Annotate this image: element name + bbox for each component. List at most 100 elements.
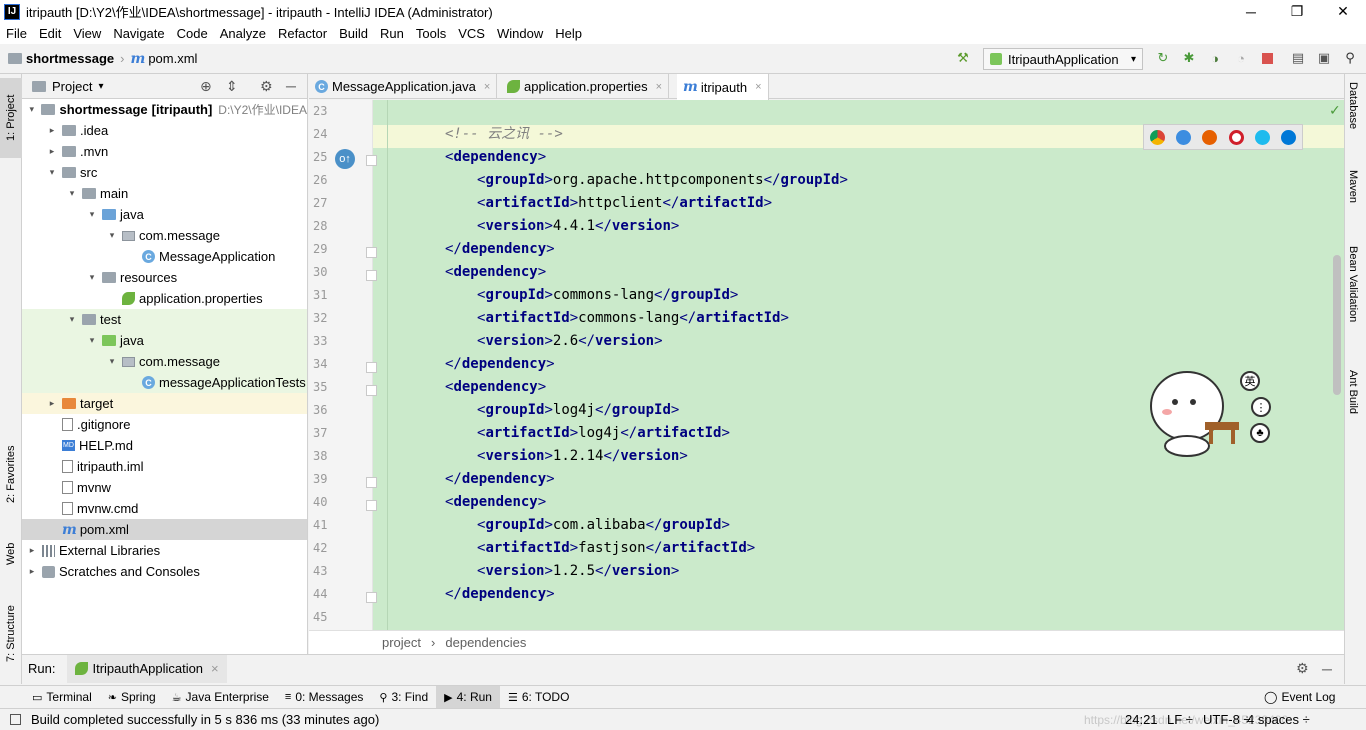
tab-itripauth[interactable]: m itripauth × [677,74,769,100]
opera-icon[interactable] [1228,129,1244,145]
menu-refactor[interactable]: Refactor [272,26,333,41]
tree-item[interactable]: application.properties [22,288,307,309]
caret-position[interactable]: 24:21 [1125,712,1158,727]
tab-message-application[interactable]: C MessageApplication.java × [309,74,498,99]
status-message[interactable]: Build completed successfully in 5 s 836 … [31,712,379,727]
breadcrumb-dependencies-tag[interactable]: dependencies [445,635,526,650]
expand-arrow-icon[interactable]: ▾ [86,272,98,283]
menu-help[interactable]: Help [549,26,588,41]
menu-window[interactable]: Window [491,26,549,41]
firefox-icon[interactable] [1202,129,1218,145]
tree-item[interactable]: mvnw.cmd [22,498,307,519]
menu-vcs[interactable]: VCS [452,26,491,41]
build-hammer-icon[interactable]: ⚒ [955,50,971,66]
collapse-arrow-icon[interactable]: ▸ [46,398,58,409]
breadcrumb-project-tag[interactable]: project [382,635,421,650]
project-structure-icon[interactable]: ▤ [1290,50,1306,66]
menu-edit[interactable]: Edit [33,26,67,41]
tree-item[interactable]: ▾ shortmessage [itripauth] D:\Y2\作业\IDEA [22,99,307,120]
collapse-arrow-icon[interactable]: ▸ [26,545,38,556]
tab-favorites[interactable]: 2: Favorites [0,429,22,519]
tab-maven[interactable]: Maven [1347,170,1359,203]
tool-windows-icon[interactable] [10,714,21,725]
tree-item[interactable]: itripauth.iml [22,456,307,477]
close-window-button[interactable]: ✕ [1320,0,1366,23]
bottom-tab-run[interactable]: ▶ 4: Run [436,685,500,709]
chrome-icon[interactable] [1149,129,1165,145]
editor-scrollbar[interactable] [1333,255,1341,395]
expand-arrow-icon[interactable]: ▾ [106,230,118,241]
collapse-arrow-icon[interactable]: ▸ [26,566,38,577]
debug-icon[interactable]: ✱ [1181,50,1197,66]
expand-arrow-icon[interactable]: ▾ [66,188,78,199]
tree-item[interactable]: ▸ .idea [22,120,307,141]
tree-item[interactable]: ▾ test [22,309,307,330]
tree-item[interactable]: ▾ java [22,330,307,351]
indent-setting[interactable]: 4 spaces ÷ [1247,712,1310,727]
menu-build[interactable]: Build [333,26,374,41]
gear-icon[interactable]: ⚙ [1296,660,1309,677]
tab-web[interactable]: Web [0,529,22,579]
edge-icon[interactable] [1281,129,1297,145]
rerun-icon[interactable]: ↻ [1155,50,1171,66]
hide-icon[interactable]: ─ [1322,661,1332,677]
menu-analyze[interactable]: Analyze [214,26,272,41]
maven-override-icon[interactable]: o↑ [335,149,355,169]
tab-structure[interactable]: 7: Structure [0,589,22,679]
run-configuration-select[interactable]: ItripauthApplication ▾ [983,48,1143,70]
coverage-icon[interactable]: ◑ [1207,50,1223,66]
tree-item[interactable]: ▸ External Libraries [22,540,307,561]
tree-item[interactable]: ▾ src [22,162,307,183]
locate-icon[interactable]: ⊕ [200,78,212,95]
menu-file[interactable]: File [0,26,33,41]
tree-item[interactable]: MD HELP.md [22,435,307,456]
tab-database[interactable]: Database [1347,82,1359,129]
expand-arrow-icon[interactable]: ▾ [26,104,37,115]
menu-navigate[interactable]: Navigate [107,26,170,41]
minimize-button[interactable]: ─ [1228,0,1274,23]
tree-item[interactable]: ▾ com.message [22,225,307,246]
tree-item[interactable]: ▾ resources [22,267,307,288]
ime-badge[interactable]: 英 [1240,371,1260,391]
bottom-tab-todo[interactable]: ☰ 6: TODO [500,686,577,709]
tree-item[interactable]: ▾ main [22,183,307,204]
breadcrumb-file[interactable]: m pom.xml [131,51,198,67]
search-icon[interactable]: ⚲ [1342,50,1358,66]
line-separator[interactable]: LF ÷ [1167,712,1193,727]
layout-icon[interactable]: ▣ [1316,50,1332,66]
close-icon[interactable]: × [755,81,761,93]
tree-item[interactable]: ▸ target [22,393,307,414]
tree-item[interactable]: .gitignore [22,414,307,435]
menu-run[interactable]: Run [374,26,410,41]
gear-icon[interactable]: ⚙ [260,78,273,95]
tree-item[interactable]: ▾ com.message [22,351,307,372]
breadcrumb-project[interactable]: shortmessage [8,51,114,66]
stop-icon[interactable] [1259,50,1275,66]
expand-arrow-icon[interactable]: ▾ [46,167,58,178]
bottom-tab-find[interactable]: ⚲ 3: Find [371,686,436,709]
tree-item[interactable]: ▾ java [22,204,307,225]
ime-skin-badge[interactable]: ♣ [1250,423,1270,443]
file-encoding[interactable]: UTF-8 ÷ [1203,712,1251,727]
ime-menu-badge[interactable]: ⋮ [1251,397,1271,417]
expand-arrow-icon[interactable]: ▾ [66,314,78,325]
tree-item[interactable]: ▸ Scratches and Consoles [22,561,307,582]
expand-arrow-icon[interactable]: ▾ [106,356,118,367]
bottom-tab-terminal[interactable]: ▭ Terminal [24,686,100,709]
event-log-tab[interactable]: ◯ Event Log [1264,690,1335,704]
close-icon[interactable]: × [656,81,662,93]
project-panel-title[interactable]: Project [52,79,92,94]
collapse-arrow-icon[interactable]: ▸ [46,146,58,157]
internet-explorer-icon[interactable] [1254,129,1270,145]
tab-bean-validation[interactable]: Bean Validation [1347,246,1359,322]
hide-icon[interactable]: ─ [286,78,296,94]
menu-tools[interactable]: Tools [410,26,452,41]
menu-code[interactable]: Code [171,26,214,41]
tree-item[interactable]: ▸ .mvn [22,141,307,162]
maximize-button[interactable]: ❐ [1274,0,1320,23]
tab-ant-build[interactable]: Ant Build [1347,370,1359,414]
expand-arrow-icon[interactable]: ▾ [86,335,98,346]
tree-item[interactable]: m pom.xml [22,519,307,540]
tab-project[interactable]: 1: Project [0,78,22,158]
tab-application-properties[interactable]: application.properties × [501,74,670,99]
